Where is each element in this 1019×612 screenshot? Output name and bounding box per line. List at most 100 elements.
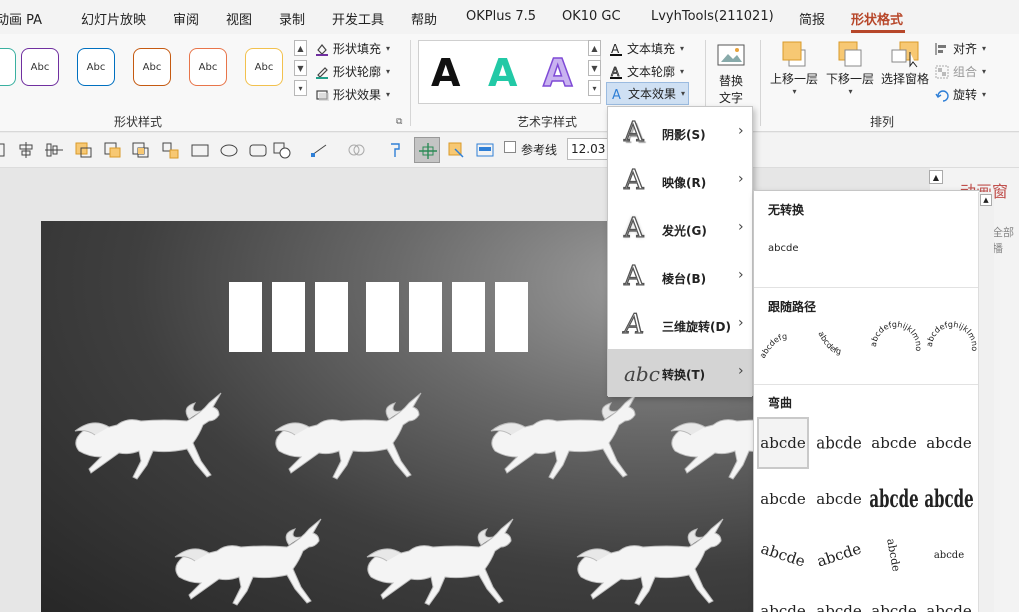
unicorn-image[interactable] bbox=[269, 391, 445, 491]
warp-button[interactable]: abcde bbox=[923, 529, 975, 581]
wordart-scroll-up-icon[interactable]: ▲ bbox=[588, 40, 601, 56]
shape-style-swatch[interactable]: Abc bbox=[77, 48, 115, 86]
shapes-icon[interactable] bbox=[272, 141, 292, 159]
tab-animations[interactable]: 动画 PA bbox=[0, 9, 42, 28]
group-button[interactable]: 组合 ▾ bbox=[935, 63, 986, 80]
tab-okplus[interactable]: OKPlus 7.5 bbox=[466, 9, 536, 24]
shape-style-swatch[interactable]: Abc bbox=[189, 48, 227, 86]
tab-record[interactable]: 录制 bbox=[279, 9, 305, 28]
align-button[interactable]: 对齐 ▾ bbox=[935, 40, 986, 57]
rectangle-icon[interactable] bbox=[190, 141, 210, 159]
menu-item-3d-rotation[interactable]: A 三维旋转(D) › bbox=[608, 301, 752, 349]
shape-style-swatch[interactable]: Abc bbox=[245, 48, 283, 86]
white-bar[interactable] bbox=[495, 282, 528, 352]
rounded-rectangle-icon[interactable] bbox=[248, 141, 268, 159]
align-center-icon[interactable] bbox=[16, 141, 36, 159]
white-bar[interactable] bbox=[229, 282, 262, 352]
subtract-shapes-icon[interactable] bbox=[103, 141, 123, 159]
warp-circle[interactable]: abcde bbox=[864, 525, 924, 585]
send-shape-icon[interactable] bbox=[447, 141, 467, 159]
guides-toggle-button[interactable] bbox=[414, 137, 440, 163]
warp-chevron-up[interactable]: abcde bbox=[757, 473, 809, 525]
menu-item-shadow[interactable]: A 阴影(S) › bbox=[608, 109, 752, 157]
play-all-button[interactable]: 全部播 bbox=[992, 224, 1019, 256]
gallery-scroll-down-icon[interactable]: ▼ bbox=[294, 60, 307, 76]
tab-developer[interactable]: 开发工具 bbox=[332, 9, 384, 28]
follow-path-button[interactable]: abcdefghijklmno bbox=[924, 319, 980, 375]
unicorn-image[interactable] bbox=[485, 391, 661, 491]
selection-pane-button[interactable]: 选择窗格 bbox=[881, 40, 929, 87]
follow-path-arch-up[interactable]: abcdefg bbox=[760, 319, 812, 371]
alt-text-button[interactable]: 替换 文字 bbox=[716, 42, 746, 106]
warp-button-pour[interactable]: abcde bbox=[923, 585, 975, 612]
send-backward-button[interactable]: 下移一层 ▾ bbox=[826, 40, 874, 96]
align-middle-icon[interactable] bbox=[44, 141, 64, 159]
pane-scroll-up-icon[interactable]: ▲ bbox=[929, 170, 943, 184]
warp-arch-down[interactable]: abcde bbox=[806, 522, 872, 588]
intersect-shapes-icon[interactable] bbox=[131, 141, 151, 159]
unicorn-image[interactable] bbox=[169, 517, 345, 612]
wordart-scroll-down-icon[interactable]: ▼ bbox=[588, 60, 601, 76]
gallery-scroll-up-icon[interactable]: ▲ bbox=[294, 40, 307, 56]
dialog-launcher-icon[interactable]: ⧉ bbox=[396, 117, 402, 127]
unicorn-image[interactable] bbox=[361, 517, 537, 612]
guides-checkbox[interactable] bbox=[504, 141, 516, 153]
tab-ok10[interactable]: OK10 GC bbox=[562, 9, 621, 24]
merge-shapes-icon[interactable] bbox=[74, 141, 94, 159]
tab-help[interactable]: 帮助 bbox=[411, 9, 437, 28]
white-bar[interactable] bbox=[315, 282, 348, 352]
rotate-button[interactable]: 旋转 ▾ bbox=[935, 86, 986, 103]
warp-arch-down-pour[interactable]: abcde bbox=[813, 585, 865, 612]
ellipse-icon[interactable] bbox=[219, 141, 239, 159]
white-bar[interactable] bbox=[452, 282, 485, 352]
warp-arch-up-pour[interactable]: abcde bbox=[757, 585, 809, 612]
size-input[interactable]: 12.03 bbox=[567, 138, 611, 160]
white-bar[interactable] bbox=[409, 282, 442, 352]
submenu-scrollbar[interactable]: ▲ bbox=[978, 192, 994, 612]
bring-forward-button[interactable]: 上移一层 ▾ bbox=[770, 40, 818, 96]
tab-slideshow[interactable]: 幻灯片放映 bbox=[81, 9, 146, 28]
gallery-more-icon[interactable]: ▾ bbox=[294, 80, 307, 96]
unicorn-image[interactable] bbox=[69, 391, 245, 491]
wordart-more-icon[interactable]: ▾ bbox=[588, 80, 601, 96]
shape-style-swatch[interactable]: Abc bbox=[21, 48, 59, 86]
shape-effects-button[interactable]: 形状效果 ▾ bbox=[315, 86, 390, 103]
no-transform-option[interactable]: abcde bbox=[768, 243, 798, 254]
white-bar[interactable] bbox=[272, 282, 305, 352]
merge-circles-icon[interactable] bbox=[347, 141, 367, 159]
menu-item-transform[interactable]: abc 转换(T) › bbox=[608, 349, 752, 397]
submenu-scroll-up-icon[interactable]: ▲ bbox=[980, 194, 992, 206]
shape-style-swatch[interactable]: Abc bbox=[133, 48, 171, 86]
warp-arch-up[interactable]: abcde bbox=[754, 522, 816, 588]
tab-review[interactable]: 审阅 bbox=[173, 9, 199, 28]
fragment-shapes-icon[interactable] bbox=[161, 141, 181, 159]
follow-path-arch-down[interactable]: abcdefg bbox=[814, 319, 866, 371]
warp-square[interactable]: abcde bbox=[757, 417, 809, 469]
wordart-style-purple[interactable]: A bbox=[542, 50, 573, 96]
white-bar[interactable] bbox=[366, 282, 399, 352]
tab-brief[interactable]: 简报 bbox=[799, 9, 825, 28]
tab-view[interactable]: 视图 bbox=[226, 9, 252, 28]
tab-shape-format[interactable]: 形状格式 bbox=[851, 9, 903, 28]
slide-layout-icon[interactable] bbox=[475, 141, 495, 159]
text-effects-button[interactable]: A 文本效果 ▾ bbox=[606, 82, 690, 105]
shape-style-swatch[interactable] bbox=[0, 48, 16, 86]
format-painter-icon[interactable] bbox=[387, 141, 407, 159]
distribute-icon[interactable] bbox=[0, 141, 16, 159]
edit-points-icon[interactable] bbox=[310, 141, 330, 159]
text-fill-button[interactable]: A 文本填充 ▾ bbox=[609, 40, 684, 57]
unicorn-image[interactable] bbox=[571, 517, 747, 612]
shape-outline-button[interactable]: 形状轮廓 ▾ bbox=[315, 63, 390, 80]
menu-item-bevel[interactable]: A 棱台(B) › bbox=[608, 253, 752, 301]
warp-chevron-down[interactable]: abcde bbox=[813, 473, 865, 525]
warp-circle-pour[interactable]: abcde bbox=[868, 585, 920, 612]
menu-item-reflection[interactable]: A 映像(R) › bbox=[608, 157, 752, 205]
text-outline-button[interactable]: A 文本轮廓 ▾ bbox=[609, 63, 684, 80]
wordart-style-teal[interactable]: A bbox=[488, 51, 517, 95]
shape-fill-button[interactable]: 形状填充 ▾ bbox=[315, 40, 390, 57]
tab-lvyhtools[interactable]: LvyhTools(211021) bbox=[651, 9, 774, 24]
menu-item-glow[interactable]: A 发光(G) › bbox=[608, 205, 752, 253]
warp-stop[interactable]: abcde bbox=[813, 414, 865, 471]
follow-path-circle[interactable]: abcdefghijklmno bbox=[868, 319, 924, 375]
wordart-style-black[interactable]: A bbox=[431, 51, 460, 95]
